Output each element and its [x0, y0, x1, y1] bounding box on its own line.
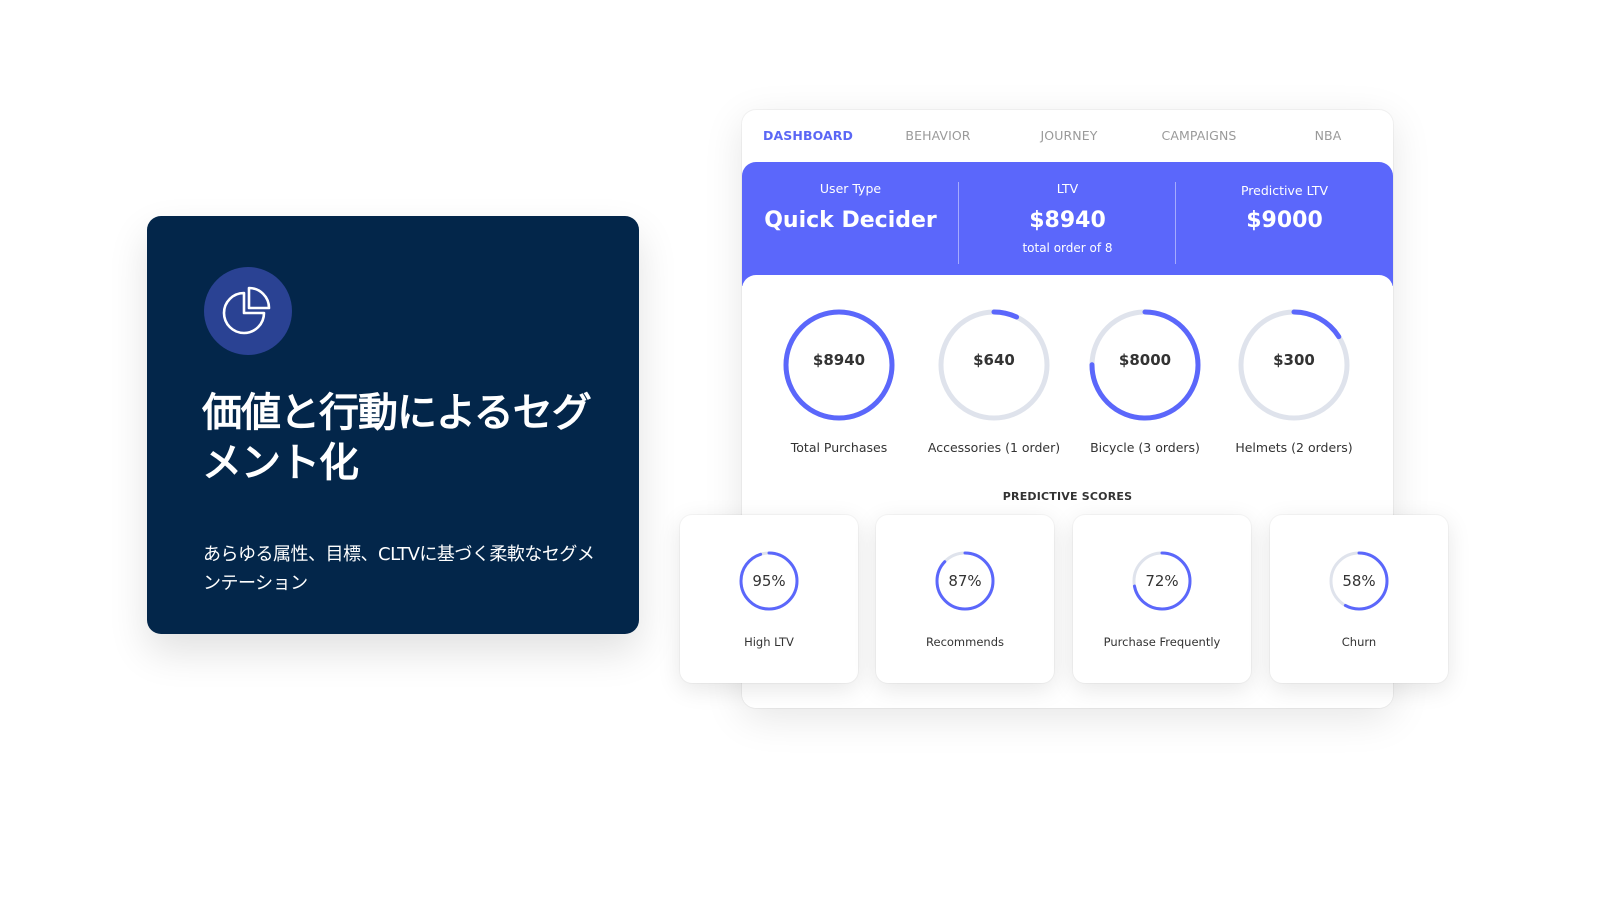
purchase-ring-bicycle: $8000 Bicycle (3 orders)	[1070, 307, 1220, 455]
score-label: Churn	[1341, 635, 1377, 649]
ltv-stat: LTV $8940 total order of 8	[959, 162, 1176, 272]
user-type-stat: User Type Quick Decider	[742, 162, 959, 272]
purchase-ring-helmets: $300 Helmets (2 orders)	[1219, 307, 1369, 455]
score-label: Recommends	[926, 635, 1004, 649]
ring-value: $8940	[812, 351, 866, 369]
ring-label: Total Purchases	[790, 440, 888, 455]
predictive-scores-title: PREDICTIVE SCORES	[1002, 490, 1133, 503]
predictive-ltv-stat: Predictive LTV $9000	[1176, 162, 1393, 272]
ring-value: $640	[973, 351, 1015, 369]
feature-title: 価値と行動によるセグメント化	[202, 390, 592, 486]
score-value: 87%	[948, 572, 982, 590]
purchase-ring-accessories: $640 Accessories (1 order)	[919, 307, 1069, 455]
predictive-ltv-label: Predictive LTV	[1240, 183, 1329, 198]
score-card-churn: 58% Churn	[1270, 515, 1448, 683]
ltv-subtext: total order of 8	[1022, 241, 1113, 255]
ring-label: Helmets (2 orders)	[1235, 440, 1353, 455]
score-card-recommends: 87% Recommends	[876, 515, 1054, 683]
score-value: 58%	[1342, 572, 1376, 590]
score-value: 95%	[752, 572, 786, 590]
score-label: High LTV	[744, 635, 794, 649]
ring-value: $8000	[1118, 351, 1172, 369]
pie-chart-icon	[204, 267, 292, 355]
ring-label: Accessories (1 order)	[927, 440, 1061, 455]
feature-description: あらゆる属性、目標、CLTVに基づく柔軟なセグメンテーション	[203, 544, 595, 594]
score-value: 72%	[1145, 572, 1179, 590]
tab-behavior[interactable]: BEHAVIOR	[905, 128, 970, 143]
ltv-value: $8940	[1029, 208, 1106, 233]
ring-label: Bicycle (3 orders)	[1090, 440, 1200, 455]
tab-nba[interactable]: NBA	[1315, 128, 1342, 143]
tab-journey[interactable]: JOURNEY	[1041, 128, 1098, 143]
predictive-ltv-value: $9000	[1246, 208, 1323, 233]
tab-campaigns[interactable]: CAMPAIGNS	[1162, 128, 1237, 143]
ltv-label: LTV	[1056, 181, 1079, 196]
score-card-high-ltv: 95% High LTV	[680, 515, 858, 683]
user-type-value: Quick Decider	[764, 208, 937, 233]
purchase-ring-total: $8940 Total Purchases	[764, 307, 914, 455]
score-label: Purchase Frequently	[1103, 635, 1221, 649]
user-type-label: User Type	[819, 181, 882, 196]
score-card-purchase-frequently: 72% Purchase Frequently	[1073, 515, 1251, 683]
ring-value: $300	[1273, 351, 1315, 369]
summary-banner: User Type Quick Decider LTV $8940 total …	[742, 162, 1393, 286]
feature-card: 価値と行動によるセグメント化 あらゆる属性、目標、CLTVに基づく柔軟なセグメン…	[147, 216, 639, 634]
tab-bar: DASHBOARD BEHAVIOR JOURNEY CAMPAIGNS NBA	[742, 110, 1393, 162]
tab-dashboard[interactable]: DASHBOARD	[763, 128, 853, 143]
